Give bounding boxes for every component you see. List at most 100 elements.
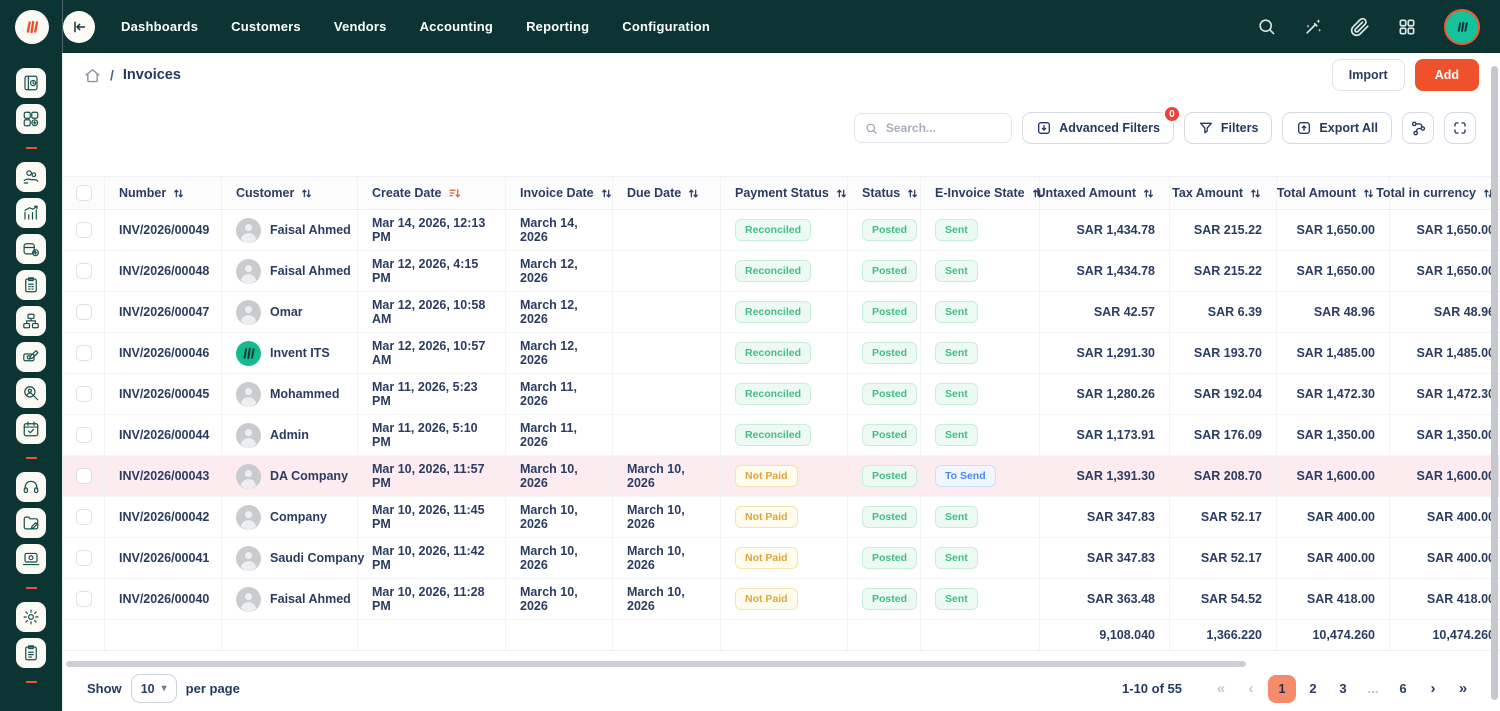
- table-row[interactable]: INV/2026/00048Faisal AhmedMar 12, 2026, …: [63, 251, 1500, 292]
- sidebar-button-calendar-check[interactable]: [16, 414, 46, 444]
- column-header-payment-status[interactable]: Payment Status: [721, 177, 848, 209]
- invoice-number-cell: INV/2026/00045: [105, 374, 222, 414]
- column-header-number[interactable]: Number: [105, 177, 222, 209]
- prev-page-button[interactable]: ‹: [1238, 675, 1264, 703]
- totals-empty-cell: [105, 620, 222, 650]
- row-checkbox[interactable]: [76, 509, 92, 525]
- import-button[interactable]: Import: [1332, 59, 1405, 91]
- sidebar-button-box-add[interactable]: [16, 234, 46, 264]
- app-logo[interactable]: [15, 10, 49, 44]
- row-checkbox[interactable]: [76, 550, 92, 566]
- apps-grid-icon[interactable]: [1397, 17, 1417, 37]
- sidebar-button-folder-edit[interactable]: [16, 508, 46, 538]
- column-header-due-date[interactable]: Due Date: [613, 177, 721, 209]
- invoice-date-cell: March 10, 2026: [506, 579, 613, 619]
- column-header-create-date[interactable]: Create Date: [358, 177, 506, 209]
- invoice-number-cell: INV/2026/00043: [105, 456, 222, 496]
- magic-wand-icon[interactable]: [1303, 17, 1323, 37]
- search-icon[interactable]: [1257, 17, 1276, 36]
- page-button-2[interactable]: 2: [1300, 675, 1326, 703]
- customer-avatar-icon: [236, 259, 261, 284]
- sidebar-divider: [26, 587, 37, 589]
- filters-button[interactable]: Filters: [1184, 112, 1273, 144]
- sidebar-button-laptop[interactable]: [16, 544, 46, 574]
- status-badge: Posted: [862, 301, 917, 323]
- row-checkbox[interactable]: [76, 222, 92, 238]
- table-row[interactable]: INV/2026/00049Faisal AhmedMar 14, 2026, …: [63, 210, 1500, 251]
- vertical-scrollbar[interactable]: [1491, 66, 1498, 700]
- row-checkbox[interactable]: [76, 386, 92, 402]
- sidebar-button-money-pen[interactable]: [16, 342, 46, 372]
- nav-item-reporting[interactable]: Reporting: [526, 19, 589, 34]
- per-page-select[interactable]: 10 ▾: [131, 674, 177, 703]
- nav-item-dashboards[interactable]: Dashboards: [121, 19, 198, 34]
- home-icon[interactable]: [84, 67, 101, 84]
- nav-item-accounting[interactable]: Accounting: [420, 19, 494, 34]
- sidebar-button-calculator-apps[interactable]: [16, 104, 46, 134]
- column-header-total-in-currency[interactable]: Total in currency: [1390, 177, 1500, 209]
- paperclip-icon[interactable]: [1350, 17, 1370, 37]
- column-header-tax-amount[interactable]: Tax Amount: [1170, 177, 1277, 209]
- add-button[interactable]: Add: [1415, 59, 1479, 91]
- customer-cell: DA Company: [222, 456, 358, 496]
- table-row[interactable]: INV/2026/00040Faisal AhmedMar 10, 2026, …: [63, 579, 1500, 620]
- tax-amount-cell: SAR 52.17: [1170, 538, 1277, 578]
- user-avatar[interactable]: [1444, 9, 1480, 45]
- advanced-filters-button[interactable]: Advanced Filters 0: [1022, 112, 1174, 144]
- sidebar-button-gear[interactable]: [16, 602, 46, 632]
- column-settings-button[interactable]: [1402, 112, 1434, 144]
- sidebar-button-hand-coins[interactable]: [16, 162, 46, 192]
- folder-edit-icon: [22, 514, 40, 532]
- page-button-6[interactable]: 6: [1390, 675, 1416, 703]
- column-header-e-invoice-state[interactable]: E-Invoice State: [921, 177, 1040, 209]
- column-header-untaxed-amount[interactable]: Untaxed Amount: [1040, 177, 1170, 209]
- column-header-total-amount[interactable]: Total Amount: [1277, 177, 1390, 209]
- nav-item-vendors[interactable]: Vendors: [334, 19, 387, 34]
- next-page-button[interactable]: ›: [1420, 675, 1446, 703]
- table-row[interactable]: INV/2026/00045MohammedMar 11, 2026, 5:23…: [63, 374, 1500, 415]
- last-page-button[interactable]: »: [1450, 675, 1476, 703]
- column-header-status[interactable]: Status: [848, 177, 921, 209]
- nav-item-customers[interactable]: Customers: [231, 19, 301, 34]
- horizontal-scrollbar[interactable]: [66, 661, 1246, 667]
- row-checkbox[interactable]: [76, 427, 92, 443]
- row-checkbox[interactable]: [76, 304, 92, 320]
- sidebar-button-clipboard-calculator[interactable]: [16, 270, 46, 300]
- customer-cell: Admin: [222, 415, 358, 455]
- advanced-filters-label: Advanced Filters: [1059, 121, 1160, 135]
- row-checkbox[interactable]: [76, 468, 92, 484]
- row-checkbox[interactable]: [76, 345, 92, 361]
- first-page-button[interactable]: «: [1208, 675, 1234, 703]
- table-row[interactable]: INV/2026/00043DA CompanyMar 10, 2026, 11…: [63, 456, 1500, 497]
- table-row[interactable]: INV/2026/00044AdminMar 11, 2026, 5:10 PM…: [63, 415, 1500, 456]
- search-input[interactable]: [886, 121, 1001, 135]
- search-box[interactable]: [854, 113, 1012, 143]
- payment-status-cell: Not Paid: [721, 579, 848, 619]
- page-button-3[interactable]: 3: [1330, 675, 1356, 703]
- sidebar-button-person-search[interactable]: [16, 378, 46, 408]
- column-header-customer[interactable]: Customer: [222, 177, 358, 209]
- row-checkbox[interactable]: [76, 263, 92, 279]
- sidebar-button-growth-chart[interactable]: [16, 198, 46, 228]
- sidebar-button-org-chart[interactable]: [16, 306, 46, 336]
- export-all-button[interactable]: Export All: [1282, 112, 1392, 144]
- sidebar-button-journal-clock[interactable]: [16, 68, 46, 98]
- select-all-checkbox[interactable]: [76, 185, 92, 201]
- sort-icon: [172, 187, 185, 200]
- nav-item-configuration[interactable]: Configuration: [622, 19, 710, 34]
- sidebar-button-headset[interactable]: [16, 472, 46, 502]
- column-header-invoice-date[interactable]: Invoice Date: [506, 177, 613, 209]
- row-checkbox[interactable]: [76, 591, 92, 607]
- status-badge: Posted: [862, 506, 917, 528]
- einvoice-state-badge: Sent: [935, 547, 978, 569]
- table-row[interactable]: INV/2026/00042CompanyMar 10, 2026, 11:45…: [63, 497, 1500, 538]
- fullscreen-button[interactable]: [1444, 112, 1476, 144]
- sidebar-collapse-button[interactable]: [63, 11, 95, 43]
- table-row[interactable]: INV/2026/00047OmarMar 12, 2026, 10:58 AM…: [63, 292, 1500, 333]
- row-checkbox-cell: [63, 497, 105, 537]
- journal-clock-icon: [22, 74, 40, 92]
- table-row[interactable]: INV/2026/00041Saudi CompanyMar 10, 2026,…: [63, 538, 1500, 579]
- page-button-1[interactable]: 1: [1268, 675, 1296, 703]
- sidebar-button-clipboard-list[interactable]: [16, 638, 46, 668]
- table-row[interactable]: INV/2026/00046Invent ITSMar 12, 2026, 10…: [63, 333, 1500, 374]
